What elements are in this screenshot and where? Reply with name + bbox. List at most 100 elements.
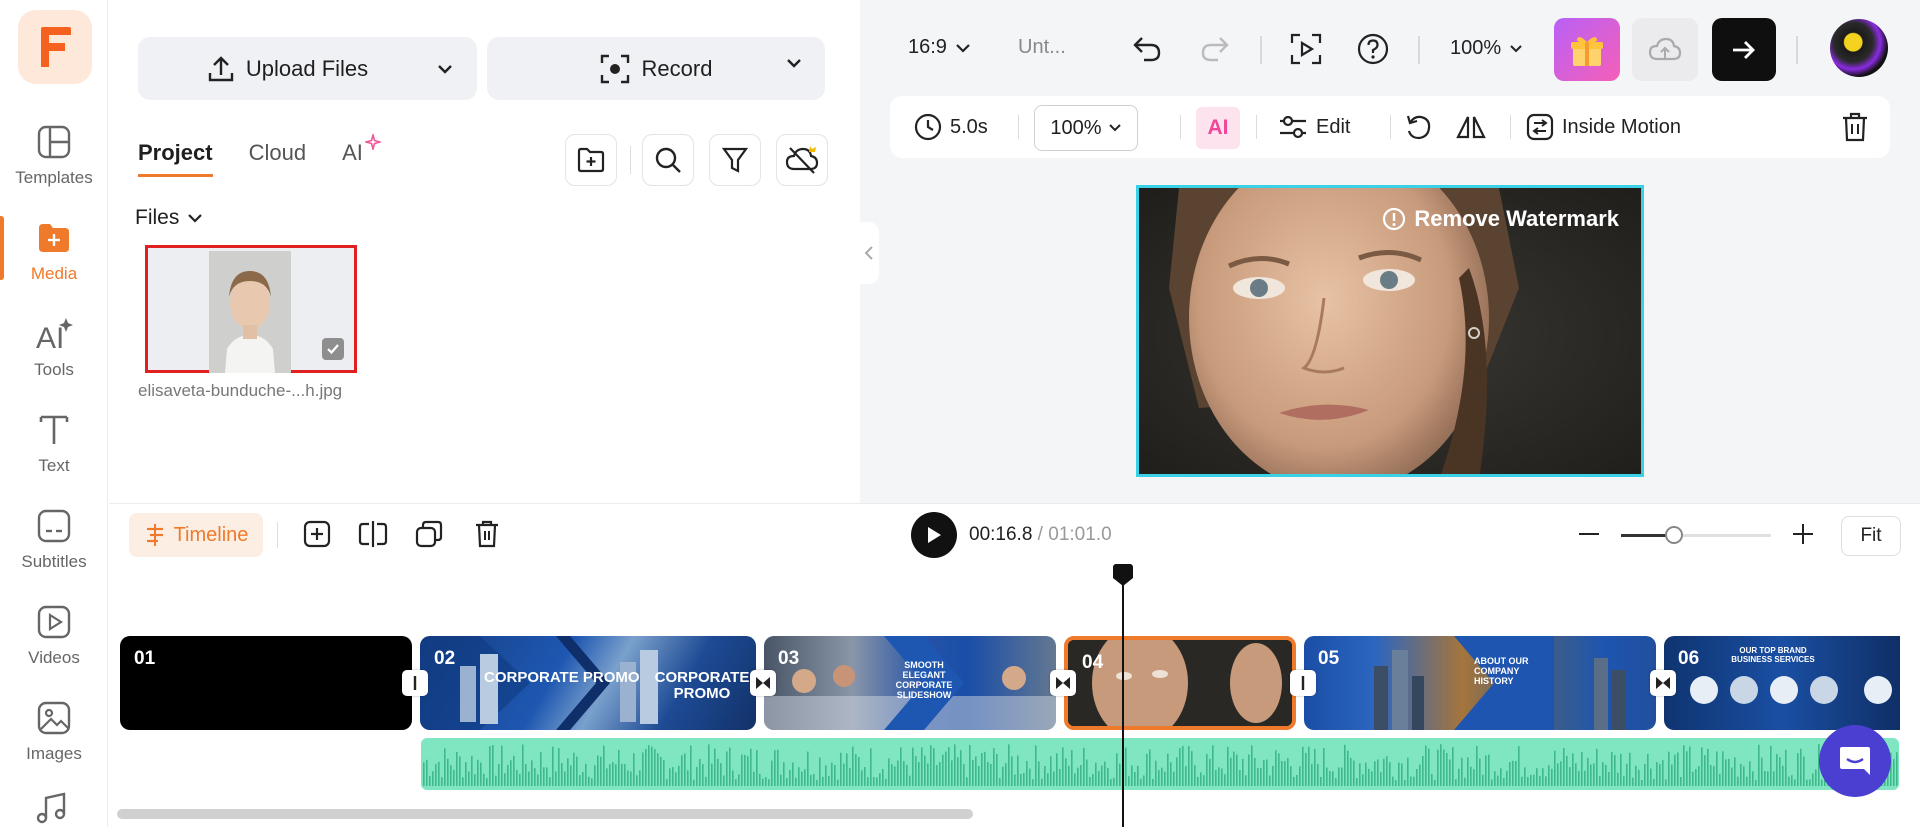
filter-button[interactable] (709, 134, 761, 186)
transition-handle[interactable] (1050, 670, 1076, 696)
transition-handle[interactable] (1650, 670, 1676, 696)
ai-label: AI (1207, 116, 1229, 139)
toolbar-separator (1180, 115, 1181, 139)
tab-project[interactable]: Project (138, 140, 213, 177)
fit-button[interactable]: Fit (1841, 516, 1901, 556)
music-icon[interactable] (36, 792, 70, 827)
chat-support-button[interactable] (1819, 725, 1891, 797)
ai-button[interactable]: AI (1196, 107, 1240, 149)
rotate-button[interactable] (1404, 96, 1432, 158)
rotate-icon (1406, 115, 1431, 140)
screen-record-icon[interactable] (1290, 33, 1322, 70)
upload-files-button[interactable]: Upload Files (138, 37, 438, 100)
zoom-slider-knob[interactable] (1664, 526, 1683, 544)
aspect-ratio-label: 16:9 (908, 36, 947, 58)
timeline-scrollbar[interactable] (117, 809, 973, 819)
record-button[interactable]: Record (487, 37, 825, 100)
rail-label-templates: Templates (15, 168, 93, 187)
rail-item-text[interactable]: Text (0, 398, 108, 488)
project-title-label: Unt... (1018, 36, 1066, 58)
chevron-down-icon (956, 43, 970, 53)
app-logo[interactable] (18, 10, 92, 84)
delete-button[interactable] (1842, 96, 1868, 158)
toolbar-separator (277, 522, 278, 548)
cloud-sync-button[interactable] (776, 134, 828, 186)
clip-03[interactable]: 03 SMOOTH ELEGANT CORPORATE SLIDESHOW (764, 636, 1056, 730)
duplicate-button[interactable] (413, 518, 445, 550)
collapse-panel-button[interactable] (859, 222, 879, 284)
checkbox-checked-icon[interactable] (322, 338, 344, 360)
remove-watermark-button[interactable]: Remove Watermark (1382, 206, 1619, 232)
clock-icon (914, 113, 942, 141)
toolbar-separator (1390, 115, 1391, 139)
files-dropdown[interactable]: Files (135, 206, 203, 230)
new-folder-button[interactable] (565, 134, 617, 186)
cloud-save-button[interactable] (1632, 18, 1698, 81)
split-icon (358, 521, 388, 547)
edit-button[interactable]: Edit (1278, 96, 1350, 158)
bowtie-icon (756, 677, 770, 689)
chat-icon (1840, 747, 1870, 775)
upload-files-label: Upload Files (245, 55, 369, 81)
search-button[interactable] (642, 134, 694, 186)
filter-icon (722, 147, 748, 173)
trash-icon (1843, 112, 1867, 142)
tab-cloud[interactable]: Cloud (249, 140, 306, 177)
text-icon (34, 410, 74, 450)
split-button[interactable] (357, 518, 389, 550)
clip-05[interactable]: 05 ABOUT OUR COMPANY HISTORY (1304, 636, 1656, 730)
timeline-toggle[interactable]: Timeline (129, 513, 263, 557)
chevron-down-icon[interactable] (785, 57, 803, 69)
thumbnail-image (209, 251, 291, 373)
clip-06[interactable]: 06 OUR TOP BRAND BUSINESS SERVICES (1664, 636, 1900, 730)
clip-01[interactable]: 01 (120, 636, 412, 730)
project-title[interactable]: Unt... (1018, 36, 1066, 59)
media-panel: Upload Files Record Project Cloud AI Fil… (109, 0, 859, 503)
zoom-dropdown[interactable]: 100% (1450, 37, 1523, 60)
rail-item-videos[interactable]: Videos (0, 590, 108, 680)
export-button[interactable] (1712, 18, 1776, 81)
playhead-handle[interactable] (1113, 564, 1133, 586)
preview-canvas[interactable]: Remove Watermark (1136, 185, 1644, 477)
redo-icon[interactable] (1200, 34, 1230, 67)
gift-button[interactable] (1554, 18, 1620, 81)
duration-control[interactable]: 5.0s (914, 96, 988, 158)
left-rail: Templates Media AI Tools Text Subtitles (0, 0, 108, 827)
play-button[interactable] (911, 512, 957, 558)
flip-icon (1456, 116, 1486, 139)
upload-options-dropdown[interactable] (413, 37, 477, 100)
add-clip-button[interactable] (301, 518, 333, 550)
toolbar-separator (1796, 36, 1798, 64)
zoom-out-button[interactable] (1573, 518, 1605, 550)
timeline-zoom-slider[interactable] (1621, 526, 1771, 544)
rail-label-media: Media (30, 264, 78, 283)
playhead[interactable] (1113, 564, 1133, 827)
speed-dropdown[interactable]: 100% (1034, 105, 1138, 151)
zoom-in-button[interactable] (1787, 518, 1819, 550)
speed-label: 100% (1050, 116, 1102, 139)
rail-item-templates[interactable]: Templates (0, 110, 108, 200)
clip-number: 02 (434, 648, 456, 669)
inside-motion-button[interactable]: Inside Motion (1526, 96, 1681, 158)
clip-04-selected[interactable]: 04 (1064, 636, 1296, 730)
video-track: 01 02 CORPORATE PROMO CORPORATE PROMO 03… (120, 636, 1920, 730)
rail-item-media[interactable]: Media (0, 206, 108, 296)
rail-item-tools[interactable]: AI Tools (0, 302, 108, 392)
ai-tools-icon: AI (34, 314, 74, 354)
rail-item-subtitles[interactable]: Subtitles (0, 494, 108, 584)
transition-handle[interactable] (402, 670, 428, 696)
help-icon[interactable] (1357, 33, 1389, 70)
rail-item-images[interactable]: Images (0, 686, 108, 776)
timeline-delete-button[interactable] (471, 518, 503, 550)
cloud-off-icon (785, 146, 819, 174)
undo-icon[interactable] (1132, 34, 1162, 67)
transition-handle[interactable] (750, 670, 776, 696)
avatar[interactable] (1830, 19, 1888, 77)
audio-track[interactable] (421, 738, 1899, 790)
transition-handle[interactable] (1290, 670, 1316, 696)
clip-02[interactable]: 02 CORPORATE PROMO CORPORATE PROMO (420, 636, 756, 730)
flip-button[interactable] (1456, 96, 1486, 158)
tab-ai[interactable]: AI (342, 134, 381, 177)
aspect-ratio-dropdown[interactable]: 16:9 (908, 36, 971, 59)
media-thumbnail[interactable] (145, 245, 357, 373)
